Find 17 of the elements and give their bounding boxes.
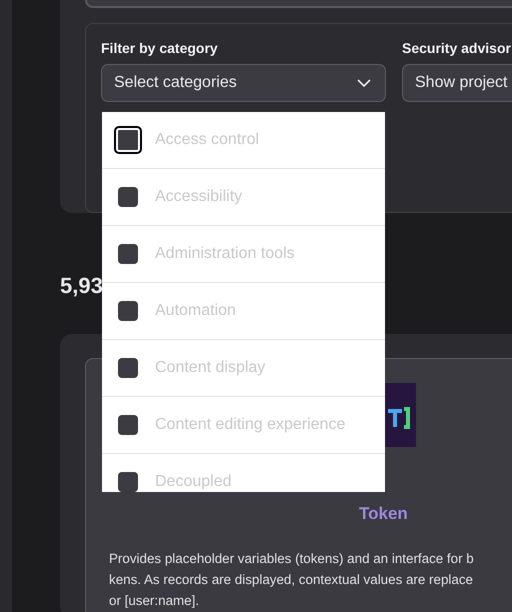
checkbox[interactable] — [118, 130, 138, 150]
checkbox[interactable] — [118, 301, 138, 321]
select-field[interactable]: Show project — [402, 64, 512, 102]
description-line: or [user:name]. — [109, 592, 200, 610]
caret-icon — [357, 79, 371, 87]
description-line: Provides placeholder variables (tokens) and an interface for b — [109, 550, 474, 568]
checkbox[interactable] — [118, 472, 138, 492]
checkbox[interactable] — [118, 358, 138, 378]
checkbox[interactable] — [118, 187, 138, 207]
project-title[interactable]: Token — [109, 504, 408, 524]
description-line: kens. As records are displayed, contextual values are replace — [109, 571, 473, 589]
select-field[interactable]: Select categories — [101, 64, 386, 102]
checkbox[interactable] — [118, 415, 138, 435]
checkbox[interactable] — [118, 244, 138, 264]
filter-label: Filter by category — [101, 40, 219, 56]
filter-label: Security advisor — [402, 40, 512, 56]
result-count: 5,93 — [60, 273, 104, 299]
